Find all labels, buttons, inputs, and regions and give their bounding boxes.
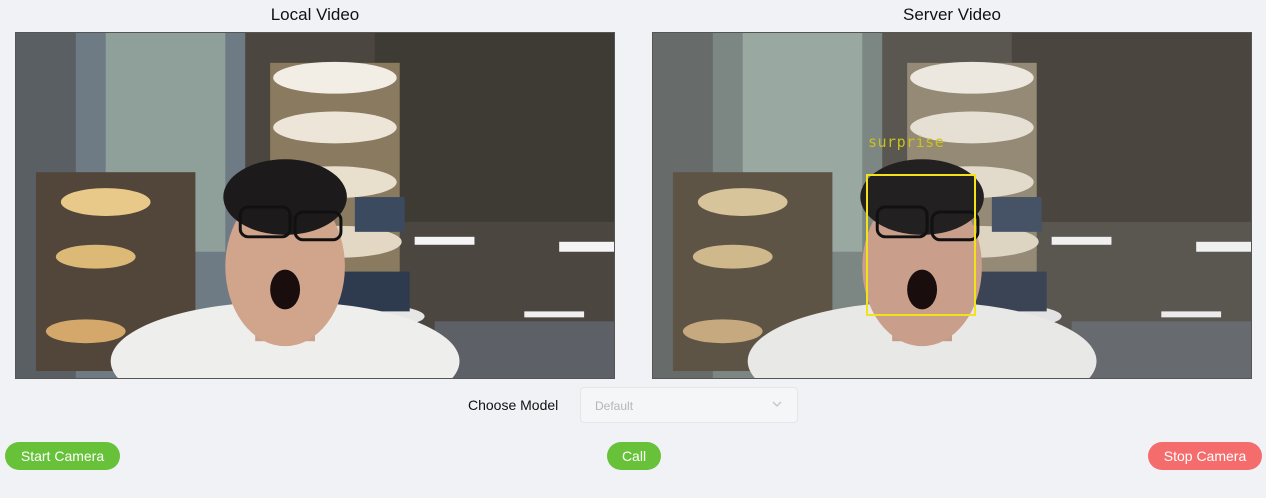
emotion-label: surprise (868, 133, 945, 151)
local-video (15, 32, 615, 379)
model-select-placeholder: Default (595, 399, 634, 413)
server-video: surprise (652, 32, 1252, 379)
chevron-down-icon (772, 401, 782, 407)
local-video-feed (16, 33, 614, 378)
model-select[interactable]: Default (580, 387, 798, 423)
face-detection-box (866, 174, 976, 316)
choose-model-label: Choose Model (468, 397, 559, 413)
stop-camera-button[interactable]: Stop Camera (1148, 442, 1262, 470)
start-camera-button[interactable]: Start Camera (5, 442, 120, 470)
local-video-title: Local Video (270, 5, 360, 24)
call-button[interactable]: Call (607, 442, 661, 470)
model-row: Choose Model Default (0, 387, 1266, 423)
server-video-title: Server Video (903, 5, 1001, 24)
